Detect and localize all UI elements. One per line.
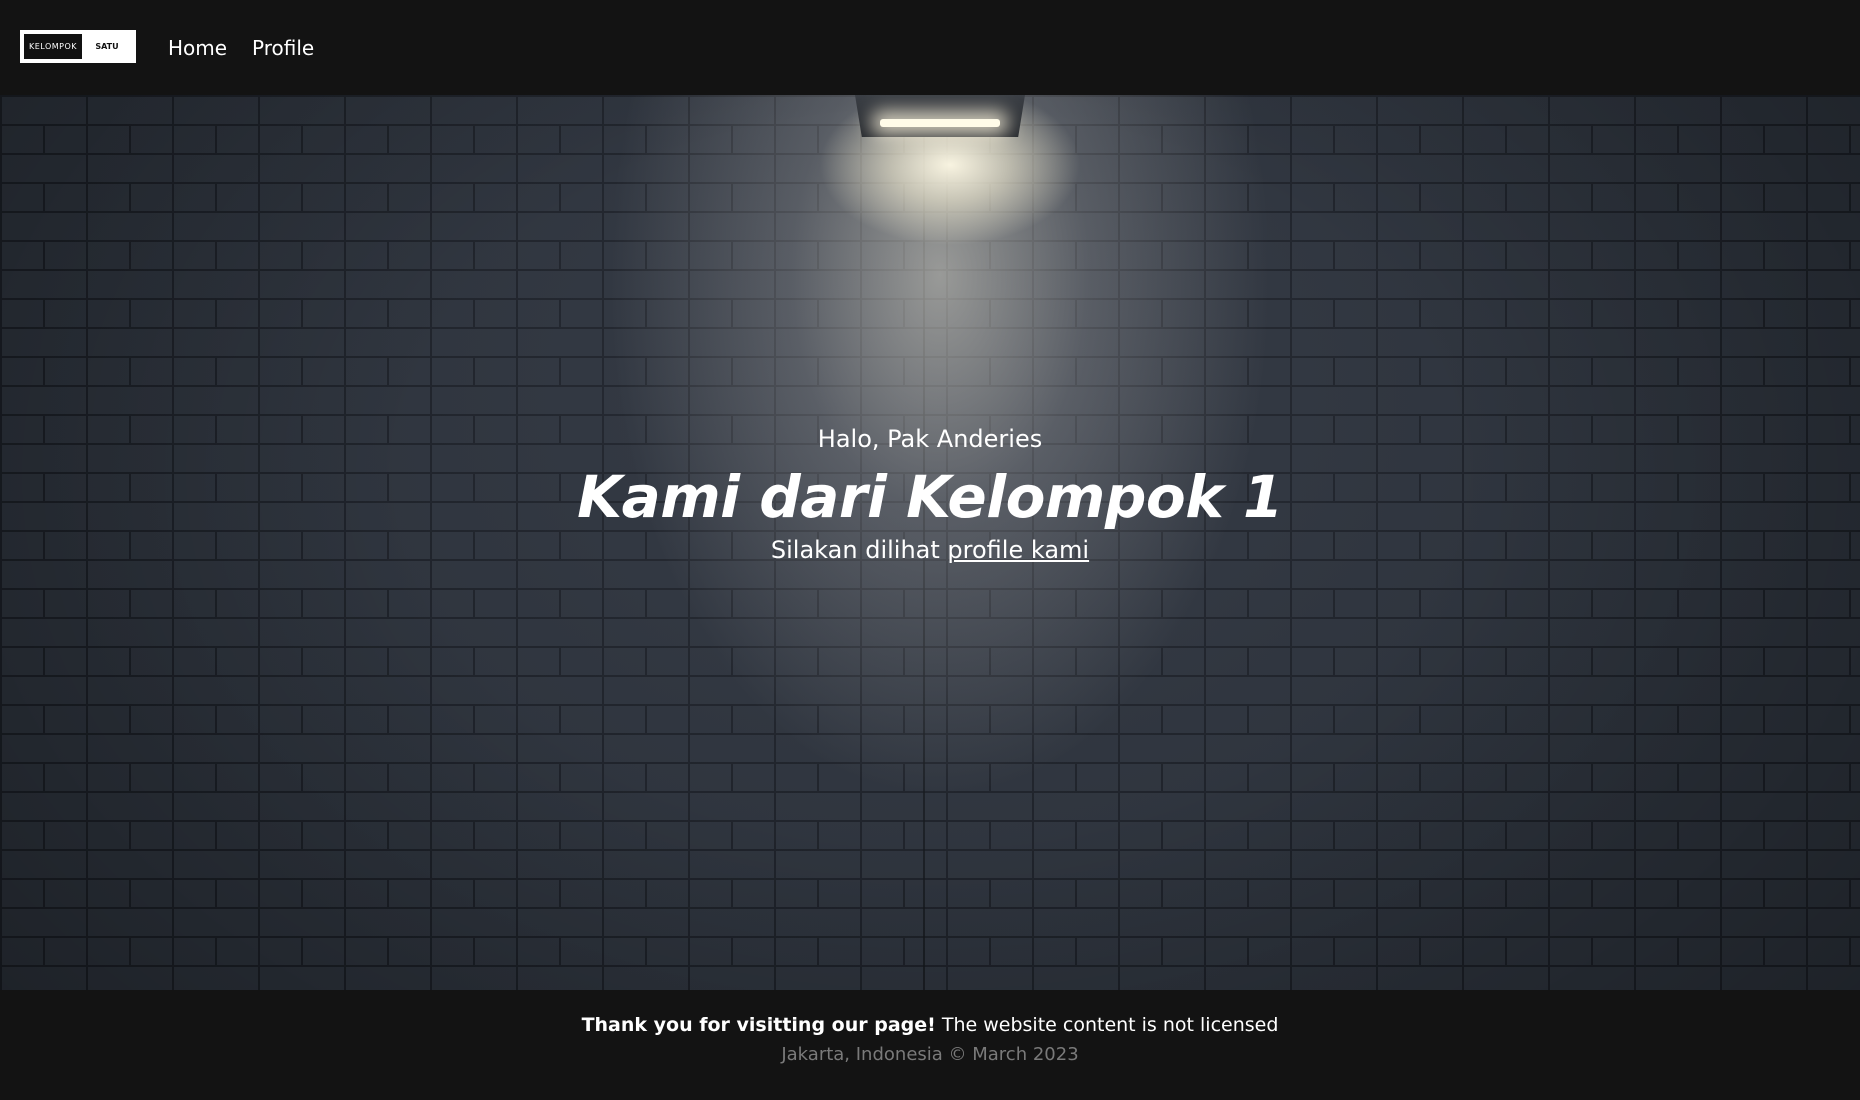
hero-headline: Kami dari Kelompok 1 [577, 463, 1283, 531]
nav-link-profile[interactable]: Profile [252, 36, 314, 60]
footer: Thank you for visitting our page! The we… [0, 990, 1860, 1100]
hero-section: Halo, Pak Anderies Kami dari Kelompok 1 … [0, 95, 1860, 990]
profile-link[interactable]: profile kami [947, 536, 1089, 564]
hero-greeting: Halo, Pak Anderies [817, 425, 1043, 453]
footer-license: The website content is not licensed [935, 1014, 1279, 1036]
footer-message: Thank you for visitting our page! The we… [0, 1014, 1860, 1036]
footer-thanks: Thank you for visitting our page! [581, 1014, 936, 1036]
logo-text-satu: SATU [82, 34, 132, 59]
hero-subtext-prefix: Silakan dilihat [770, 536, 948, 564]
logo[interactable]: KELOMPOK SATU [20, 30, 136, 63]
lamp-light-icon [880, 119, 1000, 127]
footer-location-date: Jakarta, Indonesia © March 2023 [781, 1044, 1079, 1065]
wall-lamp-icon [855, 95, 1025, 137]
navbar: KELOMPOK SATU Home Profile [0, 0, 1860, 95]
logo-text-kelompok: KELOMPOK [24, 34, 82, 59]
nav-link-home[interactable]: Home [168, 36, 227, 60]
hero-subtext: Silakan dilihat profile kami [0, 536, 1860, 564]
